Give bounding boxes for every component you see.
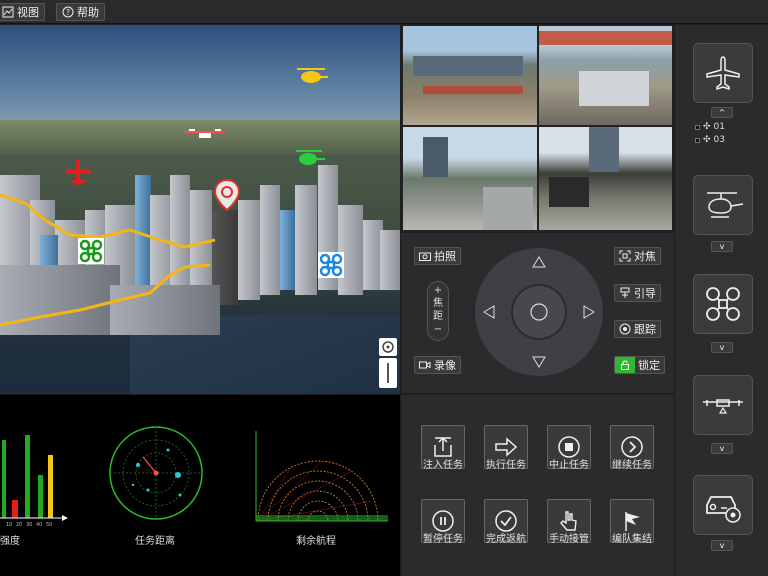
quadcopter-green-icon[interactable] — [78, 238, 104, 264]
focus-label-2: 距 — [433, 311, 443, 322]
focus-button[interactable]: 对焦 — [614, 247, 661, 265]
guide-icon — [620, 287, 630, 298]
help-icon: ? — [62, 6, 74, 18]
formation-assemble-label: 编队集结 — [612, 534, 652, 545]
focus-icon — [619, 250, 631, 262]
guide-button[interactable]: 引导 — [614, 284, 661, 302]
quadcopter-type-button[interactable] — [693, 274, 753, 334]
lock-icon — [615, 357, 635, 373]
bar-tick: 50 — [46, 522, 52, 528]
chart-icon — [2, 6, 14, 18]
focus-control[interactable]: + 焦 距 − — [427, 281, 449, 341]
fixed-wing-uav-red-icon[interactable] — [185, 128, 225, 144]
flight-path — [0, 193, 216, 327]
focus-label-1: 焦 — [433, 298, 443, 309]
airplane-collapse-button[interactable]: ^ — [711, 107, 733, 118]
focus-minus-button[interactable]: − — [428, 323, 448, 336]
manual-takeover-label: 手动接管 — [549, 534, 589, 545]
focus-btn-label: 对焦 — [634, 250, 656, 263]
camera-icon — [419, 252, 431, 261]
fixed-wing-uav-type-button[interactable] — [693, 375, 753, 435]
pause-mission-label: 暂停任务 — [423, 534, 463, 545]
helicopter-green-icon[interactable] — [294, 147, 326, 169]
signal-bar — [38, 475, 43, 518]
top-toolbar: 视图 ? 帮助 — [0, 0, 768, 24]
record-button[interactable]: 录像 — [414, 356, 461, 374]
signal-bar — [25, 435, 30, 518]
mission-distance-radar — [109, 426, 203, 520]
record-label: 录像 — [434, 359, 456, 372]
bar-tick: 20 — [16, 522, 22, 528]
status-charts-panel: 10 20 30 40 50 强度 任务距离 剩余航程 — [0, 395, 400, 576]
locate-button[interactable] — [379, 338, 397, 356]
complete-return-label: 完成返航 — [486, 534, 526, 545]
remaining-range-label: 剩余航程 — [296, 536, 336, 547]
focus-plus-button[interactable]: + — [428, 284, 448, 297]
signal-bar — [48, 455, 53, 518]
drone-list-item[interactable]: ✣ 01 — [695, 121, 755, 134]
svg-text:?: ? — [66, 8, 70, 17]
resume-mission-label: 继续任务 — [612, 460, 652, 471]
direction-pad[interactable] — [473, 246, 605, 378]
car-icon — [706, 496, 741, 523]
map-3d-view[interactable] — [0, 25, 400, 394]
lock-toggle[interactable]: 锁定 — [614, 356, 665, 374]
ground-vehicle-type-button[interactable] — [693, 475, 753, 535]
propeller-icon: ✣ — [703, 122, 711, 132]
video-feed-grid — [401, 25, 674, 232]
video-camera-icon — [419, 361, 431, 369]
mission-distance-label: 任务距离 — [135, 536, 175, 547]
fixed-wing-expand-button[interactable]: v — [711, 443, 733, 454]
helicopter-type-button[interactable] — [693, 175, 753, 235]
photo-button[interactable]: 拍照 — [414, 247, 461, 265]
zoom-slider[interactable] — [379, 358, 397, 388]
abort-mission-label: 中止任务 — [549, 460, 589, 471]
camera-ptz-panel: 拍照 + 焦 距 − 录像 对焦 引导 跟踪 锁定 — [401, 233, 674, 393]
quadcopter-blue-icon[interactable] — [318, 252, 344, 278]
helicopter-expand-button[interactable]: v — [711, 241, 733, 252]
helicopter-icon — [707, 192, 744, 218]
drone-list-item[interactable]: ✣ 03 — [695, 134, 755, 147]
bar-tick: 30 — [26, 522, 32, 528]
remaining-range-chart — [255, 431, 388, 522]
signal-bar — [12, 500, 18, 518]
bar-tick: 10 — [6, 522, 12, 528]
bar-tick: 40 — [36, 522, 42, 528]
video-feed-1[interactable] — [403, 26, 537, 125]
airplane-icon — [706, 56, 740, 91]
view-menu-button[interactable]: 视图 — [0, 3, 45, 21]
target-icon — [619, 323, 631, 335]
help-menu-label: 帮助 — [77, 6, 99, 19]
ground-vehicle-expand-button[interactable]: v — [711, 540, 733, 551]
video-feed-4[interactable] — [539, 127, 672, 230]
propeller-icon: ✣ — [703, 135, 711, 145]
drone-id: 03 — [713, 135, 725, 145]
track-label: 跟踪 — [634, 323, 656, 336]
drone-id: 01 — [713, 122, 725, 132]
lock-label: 锁定 — [638, 359, 660, 372]
signal-strength-label: 强度 — [0, 536, 20, 547]
track-button[interactable]: 跟踪 — [614, 320, 661, 338]
inject-mission-label: 注入任务 — [423, 460, 463, 471]
guide-label: 引导 — [634, 287, 656, 300]
quadcopter-icon — [706, 287, 740, 321]
helicopter-yellow-icon[interactable] — [295, 65, 329, 87]
fixed-wing-uav-icon — [703, 399, 743, 414]
execute-mission-label: 执行任务 — [486, 460, 526, 471]
mission-control-panel: 注入任务 执行任务 中止任务 继续任务 暂停任务 完成返航 手动接管 编队集结 — [401, 395, 674, 576]
crosshair-icon — [382, 341, 394, 353]
airplane-drone-list: ✣ 01 ✣ 03 — [695, 121, 755, 161]
video-feed-2[interactable] — [539, 26, 672, 125]
airplane-type-button[interactable] — [693, 43, 753, 103]
location-pin-icon[interactable] — [214, 179, 240, 211]
photo-label: 拍照 — [434, 250, 456, 263]
quadcopter-expand-button[interactable]: v — [711, 342, 733, 353]
signal-strength-bar-chart: 10 20 30 40 50 — [0, 435, 68, 528]
signal-bar — [2, 440, 6, 518]
vehicle-type-sidebar: ^ ✣ 01 ✣ 03 v v v v — [675, 25, 768, 576]
help-menu-button[interactable]: ? 帮助 — [56, 3, 105, 21]
video-feed-3[interactable] — [403, 127, 537, 230]
airplane-red-icon[interactable] — [64, 158, 92, 186]
view-menu-label: 视图 — [17, 6, 39, 19]
